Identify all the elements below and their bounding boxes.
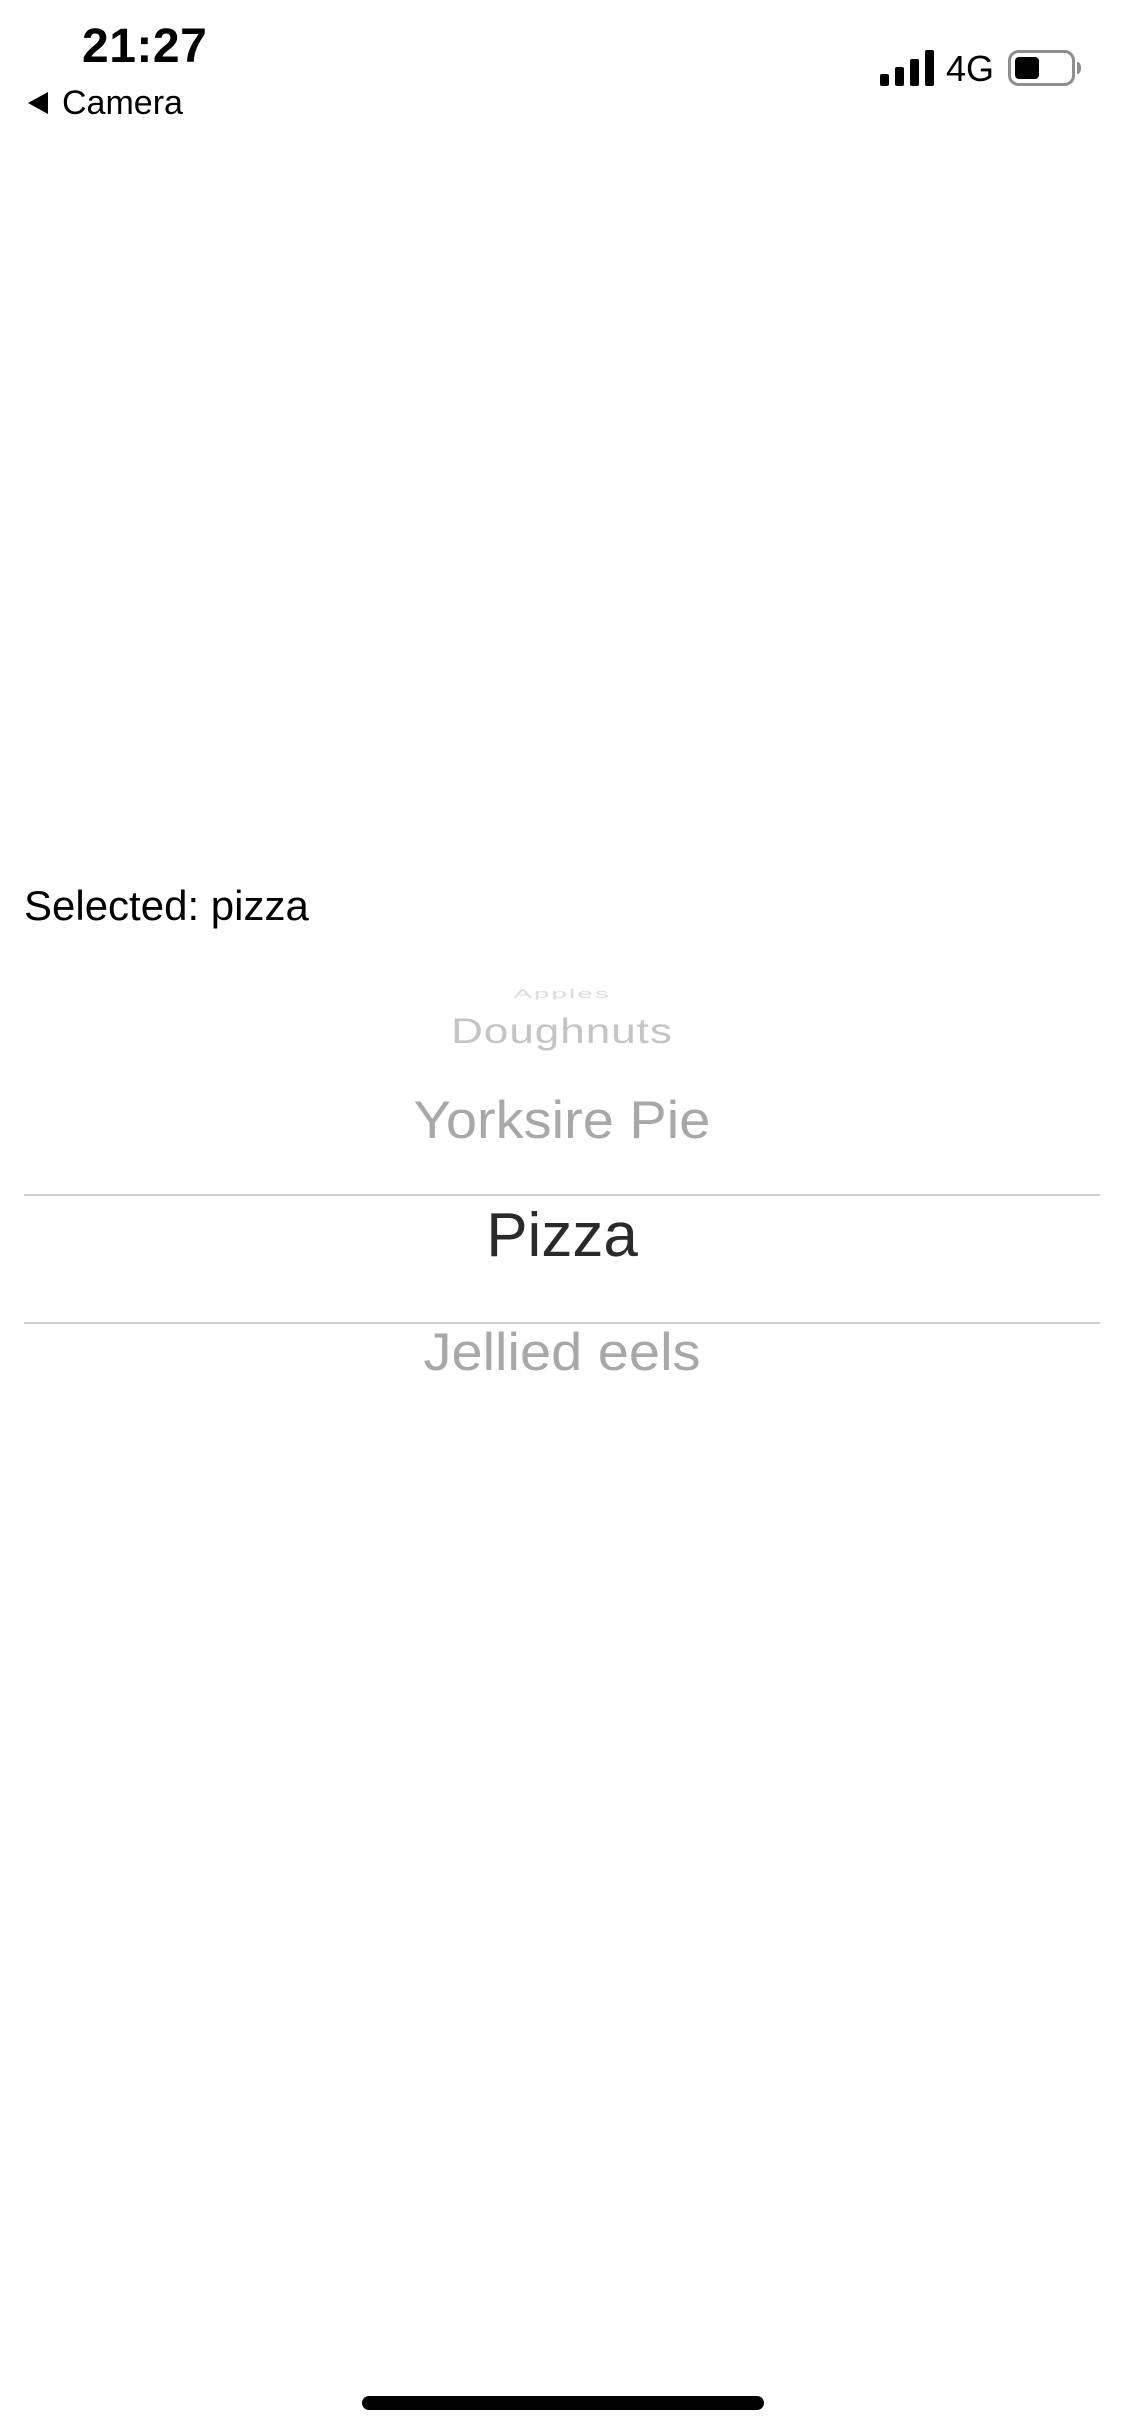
picker-option-yorksire-pie[interactable]: Yorksire Pie [24, 1090, 1100, 1150]
back-to-camera-link[interactable]: Camera [28, 82, 183, 124]
status-time: 21:27 [82, 20, 208, 73]
screen: 21:27 Camera 4G Selected: pizza Apples D… [0, 0, 1125, 2436]
selection-indicator-top-line [24, 1194, 1100, 1196]
selected-value-label: Selected: pizza [24, 882, 309, 929]
back-label: Camera [62, 84, 183, 122]
picker-option-jellied-eels[interactable]: Jellied eels [24, 1322, 1100, 1382]
food-picker-wheel[interactable]: Apples Doughnuts Yorksire Pie Pizza Jell… [24, 980, 1100, 1430]
battery-icon [1008, 50, 1081, 86]
picker-option-apples[interactable]: Apples [24, 989, 1100, 1000]
picker-option-pizza-selected[interactable]: Pizza [24, 1198, 1100, 1274]
home-indicator[interactable] [362, 2396, 764, 2410]
cellular-signal-icon [880, 50, 934, 86]
battery-fill [1015, 57, 1039, 79]
back-arrow-icon [28, 92, 48, 114]
network-type-label: 4G [946, 48, 995, 89]
picker-option-doughnuts[interactable]: Doughnuts [24, 1014, 1100, 1049]
